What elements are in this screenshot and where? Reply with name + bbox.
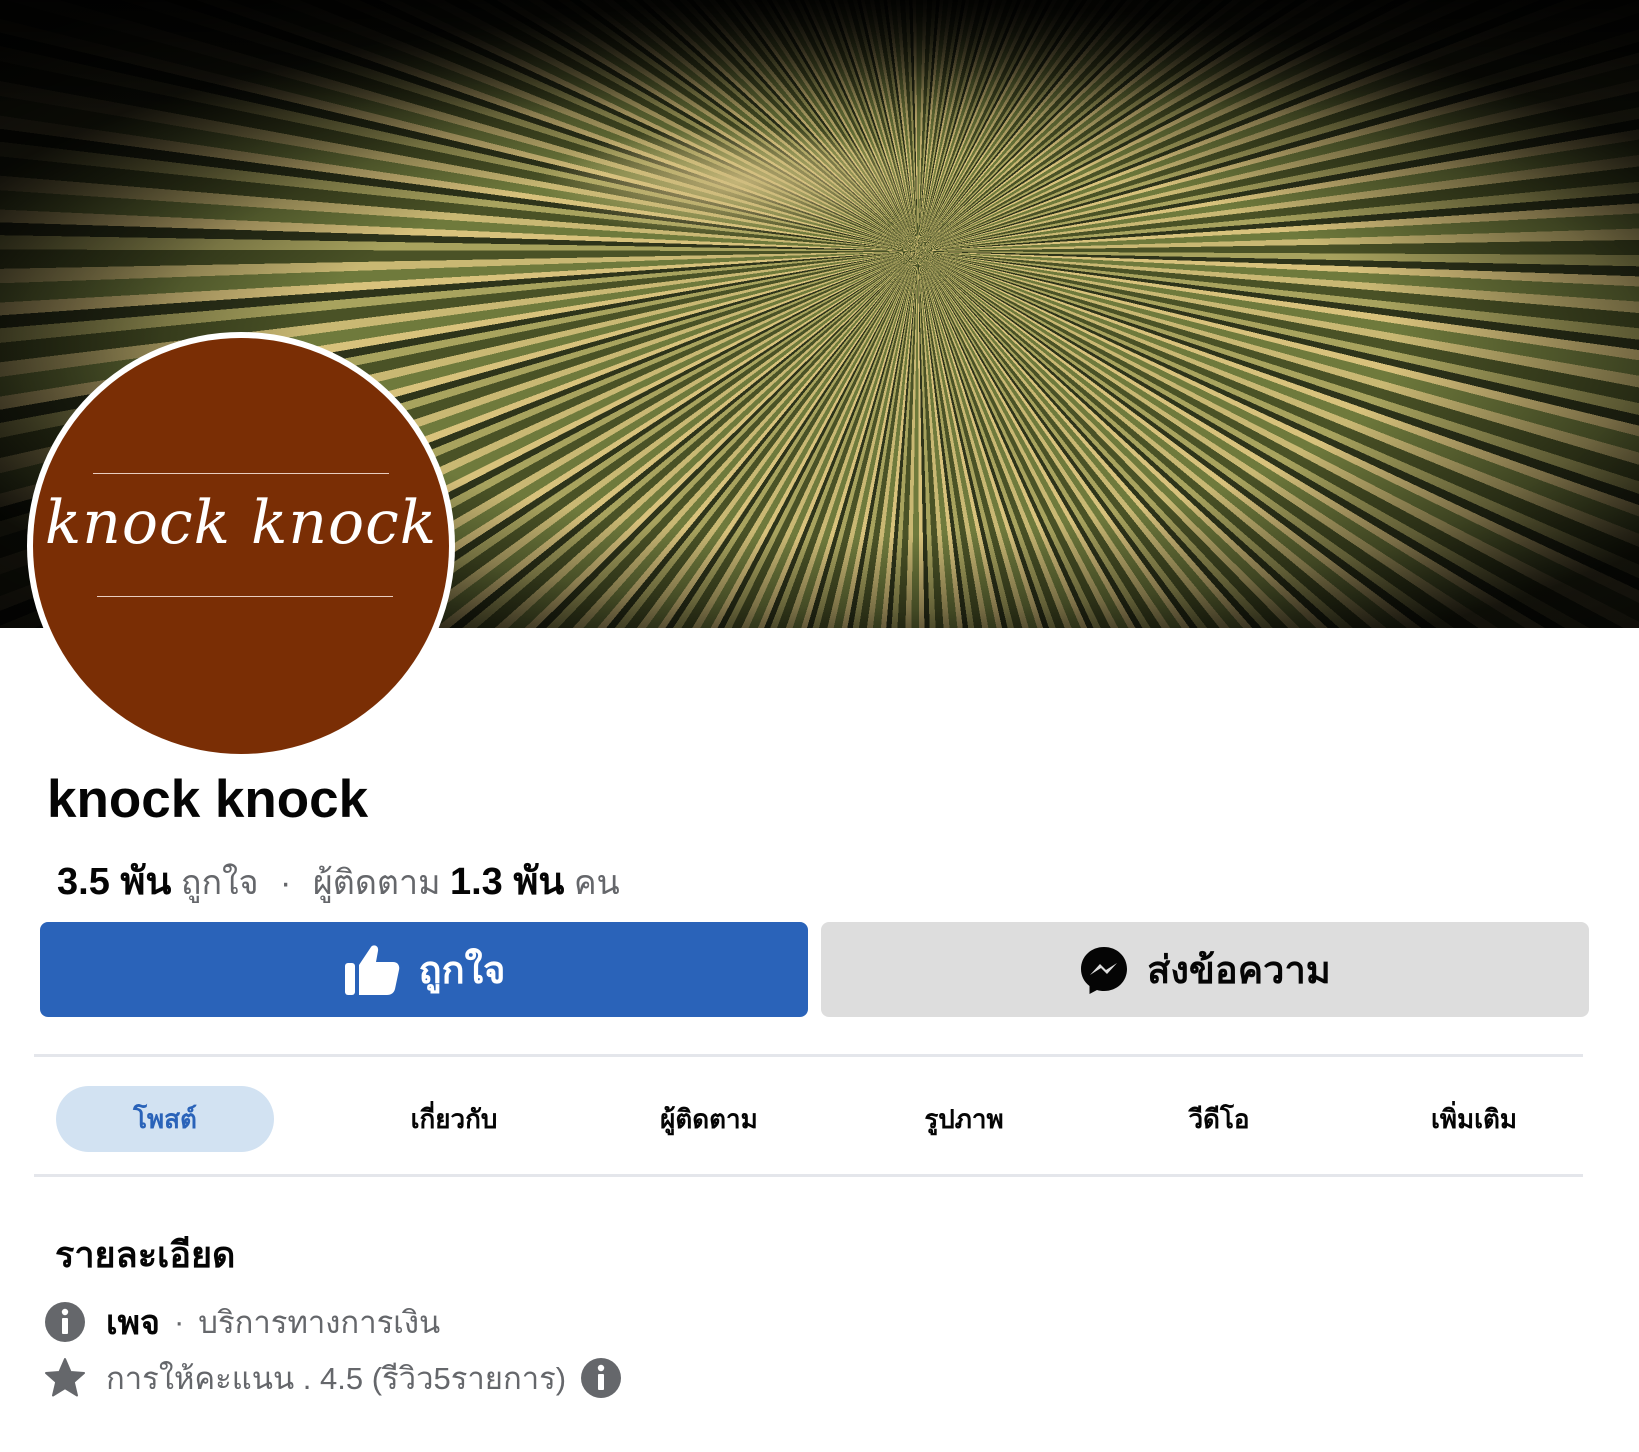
followers-count: 1.3 พัน [449, 861, 565, 903]
send-message-label: ส่งข้อความ [1147, 950, 1331, 992]
detail-category: เพจ · บริการทางการเงิน [44, 1295, 440, 1349]
like-button[interactable]: ถูกใจ [40, 922, 808, 1017]
logo-line-bottom [97, 596, 393, 597]
page-title: knock knock [47, 770, 369, 829]
info-icon [44, 1301, 86, 1343]
tab-videos[interactable]: วีดีโอ [1139, 1086, 1299, 1152]
category-type: เพจ [106, 1304, 160, 1342]
page-stats: 3.5 พัน ถูกใจ · ผู้ติดตาม 1.3 พัน คน [57, 860, 620, 905]
logo-line-top [93, 473, 389, 474]
stats-separator: · [280, 864, 292, 902]
star-icon [44, 1357, 86, 1399]
page-tabs: โพสต์ เกี่ยวกับ ผู้ติดตาม รูปภาพ วีดีโอ … [34, 1062, 1583, 1176]
divider-top [34, 1054, 1583, 1057]
rating-text: การให้คะแนน . 4.5 (รีวิว5รายการ) [106, 1361, 567, 1396]
thumbs-up-icon [343, 943, 401, 997]
tab-followers[interactable]: ผู้ติดตาม [629, 1086, 789, 1152]
avatar-logo: knock knock [33, 338, 449, 754]
tab-about[interactable]: เกี่ยวกับ [374, 1086, 534, 1152]
details-heading: รายละเอียด [55, 1234, 236, 1275]
category-value: บริการทางการเงิน [198, 1305, 441, 1340]
category-separator: · [173, 1304, 185, 1339]
rating-info-icon[interactable] [580, 1357, 622, 1399]
messenger-icon [1079, 945, 1129, 995]
likes-count: 3.5 พัน [57, 861, 172, 903]
followers-unit: คน [573, 864, 620, 902]
like-button-label: ถูกใจ [418, 950, 506, 992]
followers-label: ผู้ติดตาม [312, 864, 441, 902]
tab-posts[interactable]: โพสต์ [56, 1086, 274, 1152]
logo-text: knock knock [44, 488, 438, 558]
detail-rating: การให้คะแนน . 4.5 (รีวิว5รายการ) [44, 1353, 622, 1403]
likes-label: ถูกใจ [180, 864, 259, 902]
tab-photos[interactable]: รูปภาพ [884, 1086, 1044, 1152]
divider-bottom [34, 1174, 1583, 1177]
profile-avatar[interactable]: knock knock [27, 332, 455, 760]
tab-more[interactable]: เพิ่มเติม [1394, 1086, 1554, 1152]
send-message-button[interactable]: ส่งข้อความ [821, 922, 1589, 1017]
